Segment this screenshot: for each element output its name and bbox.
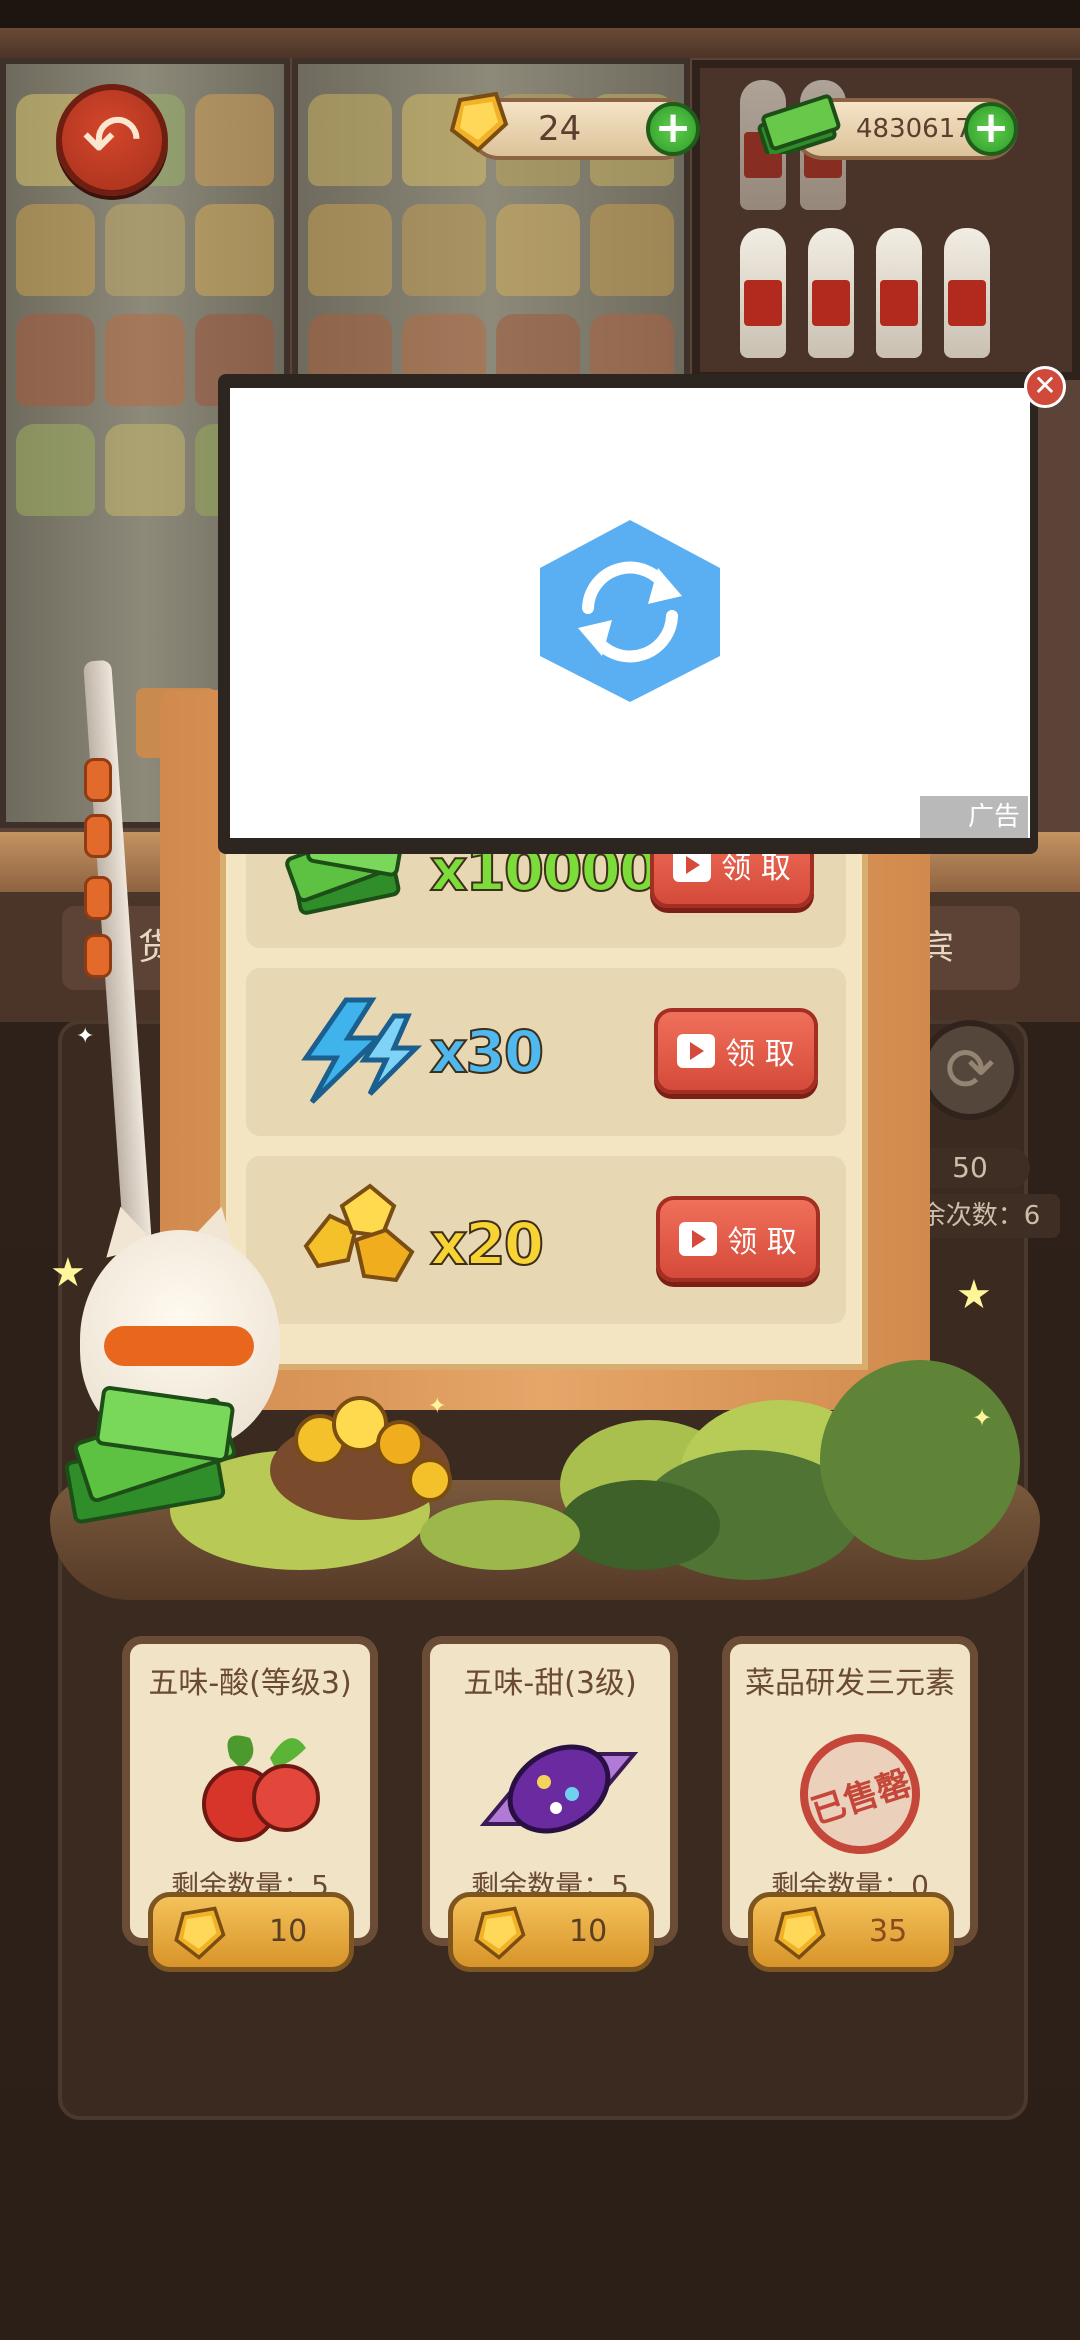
bush [820,1360,1020,1560]
add-gems-button[interactable]: + [646,102,700,156]
lantern-icon [84,934,112,978]
video-icon [679,1222,718,1256]
gem-icon [174,1906,226,1960]
back-arrow-icon: ↶ [81,98,143,182]
sparkle-icon: ✦ [428,1394,447,1419]
reward-row-gold: x20 领 取 [246,1156,846,1324]
sparkle-icon: ★ [956,1272,992,1318]
sparkle-icon: ✦ [972,1404,993,1432]
reward-row-energy: x30 领 取 [246,968,846,1136]
buy-button[interactable]: 10 [148,1892,354,1972]
lantern-icon [84,876,112,920]
reward-amount: x30 [429,1017,545,1087]
refresh-icon: ⟳ [944,1035,996,1105]
ad-label-text: 广告 [967,802,1020,832]
lantern-icon [84,758,112,802]
buy-button-disabled: 35 [748,1892,954,1972]
lightning-icon [301,997,423,1104]
close-icon: ✕ [1033,369,1057,402]
gem-count: 24 [538,109,582,149]
ceiling-beam [0,28,1080,58]
plus-icon: + [654,102,692,153]
gem-icon [474,1906,526,1960]
ad-close-button[interactable]: ✕ [1024,366,1066,408]
price-value: 35 [869,1914,908,1949]
status-strip [0,0,1080,28]
candy-icon [479,1744,639,1834]
card-title: 五味-甜(3级) [463,1666,637,1701]
claim-button[interactable]: 领 取 [654,1008,818,1094]
sold-out-label: 已售罄 [806,1762,916,1833]
gem-icon [449,91,509,153]
add-cash-button[interactable]: + [964,102,1018,156]
price-value: 10 [269,1914,308,1949]
bush [560,1480,720,1570]
plus-icon: + [972,102,1010,153]
fruit-icon [202,1735,320,1842]
cat-collar [104,1326,254,1366]
cat-cash-icon [64,1386,237,1524]
price-value: 10 [569,1914,608,1949]
sparkle-icon: ✦ [76,1024,95,1049]
refresh-button[interactable]: ⟳ [920,1020,1020,1120]
card-title: 五味-酸(等级3) [148,1666,352,1701]
gem-icon [774,1906,826,1960]
card-title: 菜品研发三元素 [745,1666,955,1701]
refresh-cost-value: 50 [952,1151,988,1184]
back-button[interactable]: ↶ [56,84,168,196]
claim-label: 领 取 [725,1037,795,1072]
sold-out-stamp-icon: 已售罄 [784,1718,936,1870]
claim-label: 领 取 [727,1225,797,1260]
reward-amount: x20 [429,1209,545,1279]
loading-refresh-icon [540,520,720,702]
ad-banner[interactable] [230,388,1030,838]
buy-button[interactable]: 10 [448,1892,654,1972]
video-icon [677,1034,716,1068]
ad-label: 广告 [920,796,1028,838]
claim-button[interactable]: 领 取 [656,1196,820,1282]
lantern-icon [84,814,112,858]
game-screen: { "hud": { "gem_count": "24", "cash_coun… [0,0,1080,2340]
gold-nuggets-icon [303,1183,415,1283]
cash-icon [757,94,841,154]
sparkle-icon: ★ [50,1250,86,1296]
remaining-times-text: 余次数：6 [919,1201,1041,1231]
